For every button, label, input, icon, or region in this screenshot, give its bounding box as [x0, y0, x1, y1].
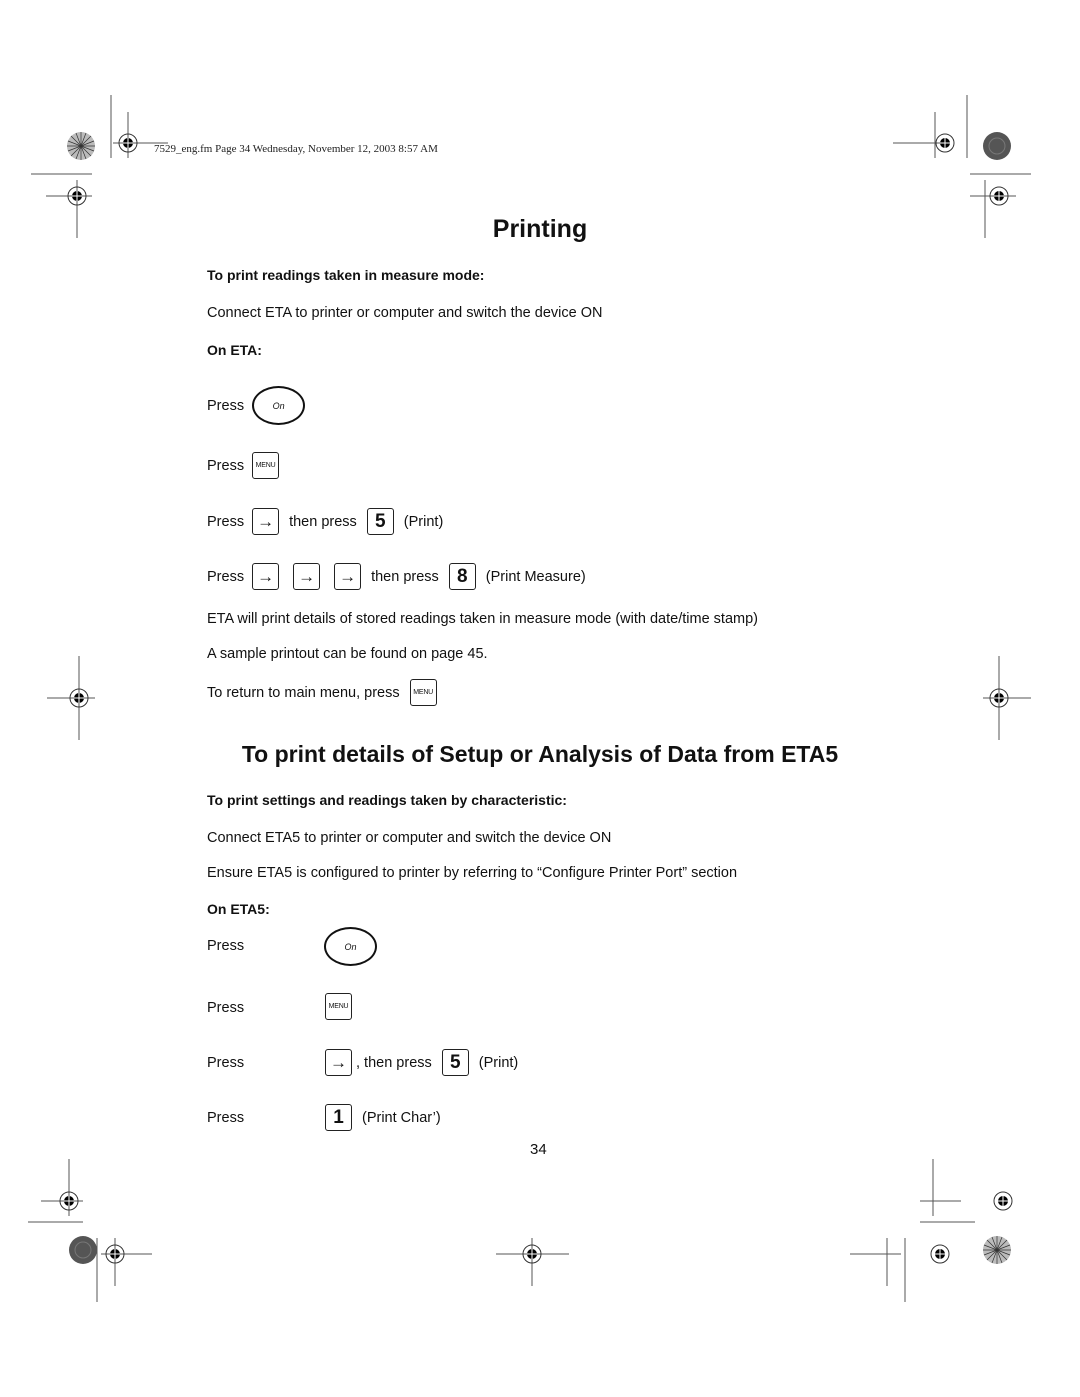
press-label: Press: [207, 457, 245, 474]
right-arrow-key: →: [293, 563, 321, 590]
press-label: Press: [207, 938, 245, 954]
key-1: 1: [325, 1104, 352, 1131]
subheading-characteristic: To print settings and readings taken by …: [207, 792, 567, 808]
step-note: (Print Char’): [362, 1109, 441, 1126]
return-text: To return to main menu, press: [207, 684, 400, 701]
right-arrow-key: →: [325, 1049, 352, 1076]
right-arrow-key: →: [334, 563, 362, 590]
return-instruction: To return to main menu, press MENU: [207, 679, 437, 706]
page-number: 34: [530, 1141, 547, 1158]
sample-text: A sample printout can be found on page 4…: [207, 646, 488, 662]
key-5: 5: [441, 1049, 469, 1076]
step-1: Press On: [207, 386, 306, 425]
then-press-label: , then press: [356, 1054, 432, 1071]
crop-marks: [28, 95, 1031, 1302]
step-3: Press → then press 5 (Print): [207, 508, 443, 535]
step-note: (Print): [403, 513, 444, 530]
press-label: Press: [207, 513, 245, 530]
step-4: Press → → → then press 8 (Print Measure): [207, 563, 586, 590]
step-3: → , then press 5 (Print): [325, 1049, 518, 1076]
press-label: Press: [207, 1055, 245, 1071]
press-label: Press: [207, 1110, 245, 1126]
intro-text: Connect ETA5 to printer or computer and …: [207, 830, 612, 846]
press-label: Press: [207, 397, 245, 414]
on-key: On: [252, 386, 306, 425]
key-5: 5: [366, 508, 394, 535]
step-note: (Print Measure): [485, 568, 586, 585]
press-label: Press: [207, 1000, 245, 1016]
then-press-label: then press: [289, 513, 357, 530]
on-key: On: [324, 927, 377, 966]
subheading-measure-mode: To print readings taken in measure mode:: [207, 267, 485, 283]
menu-key: MENU: [325, 993, 352, 1020]
intro-text: Connect ETA to printer or computer and s…: [207, 305, 603, 321]
device-label-eta: On ETA:: [207, 342, 262, 358]
section-title-printing: Printing: [492, 215, 588, 243]
device-label-eta5: On ETA5:: [207, 901, 270, 917]
step-4: 1 (Print Char’): [325, 1104, 441, 1131]
step-note: (Print): [478, 1054, 519, 1071]
section-title-setup-analysis: To print details of Setup or Analysis of…: [241, 741, 839, 767]
right-arrow-key: →: [252, 563, 280, 590]
ensure-text: Ensure ETA5 is configured to printer by …: [207, 865, 738, 881]
step-2: Press MENU: [207, 452, 280, 479]
menu-key: MENU: [252, 452, 280, 479]
menu-key: MENU: [409, 679, 437, 706]
right-arrow-key: →: [252, 508, 280, 535]
press-label: Press: [207, 568, 245, 585]
key-8: 8: [448, 563, 476, 590]
file-slug-line: 7529_eng.fm Page 34 Wednesday, November …: [154, 143, 438, 155]
result-text: ETA will print details of stored reading…: [207, 611, 758, 627]
then-press-label: then press: [371, 568, 439, 585]
